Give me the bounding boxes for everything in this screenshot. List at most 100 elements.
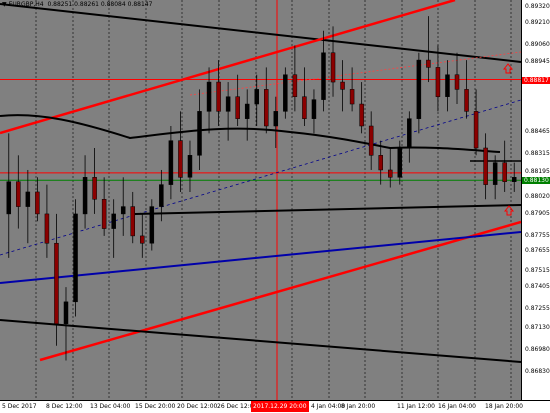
symbol-header: ▼ EURGBP,H4 0.88251 0.88261 0.88084 0.881… [2,1,152,9]
trendline-blue [0,231,521,284]
candle-body [101,199,107,229]
candle-body [159,184,164,207]
candle-body [168,140,174,185]
time-tick-label: 13 Dec 04:00 [90,403,131,410]
price-tick-label: 0.87655 [525,246,550,254]
price-alert-arrow-icon [503,205,515,216]
price-tick-label: 0.89320 [525,2,550,10]
candle-body [16,181,21,207]
time-tick-label: 11 Jan 12:00 [397,403,435,410]
moving-average-line [0,114,501,153]
trendline-upper-black [0,3,521,63]
candle-body [378,155,383,171]
candle-body [283,74,288,112]
candle-body [254,89,259,105]
price-tick-label: 0.87515 [525,267,550,275]
price-tick-label: 0.88195 [525,167,550,175]
candle-body [92,177,97,200]
time-tick-label: 18 Jan 20:00 [485,403,523,410]
candle-body [292,74,298,97]
candle-body [330,52,336,83]
time-tick-label: 8 Jan 20:00 [341,403,376,410]
candle-body [216,81,221,112]
candle-body [73,213,78,303]
channel-upper-red [0,0,456,135]
candle-body [6,181,12,215]
candle-body [235,96,240,119]
time-tick-label: 8 Dec 12:00 [46,403,83,410]
time-tick-label: 20 Dec 12:00 [177,403,218,410]
price-tick-label: 0.87405 [525,283,550,291]
time-tick-label: 5 Dec 2017 [2,403,37,410]
candle-body [483,147,488,185]
candle-body [82,177,88,215]
candle-body [502,162,507,182]
trading-chart-window[interactable]: ▼ EURGBP,H4 0.88251 0.88261 0.88084 0.881… [0,0,550,413]
candle-body [273,111,279,127]
candle-body [435,67,441,97]
candle-body [35,191,40,215]
candle-body [140,235,145,244]
candle-body [368,125,374,156]
candle-body [388,169,393,178]
chart-menu-arrow-icon[interactable]: ▼ [2,1,7,9]
candle-body [321,52,326,100]
candle-body [264,89,269,127]
candle-body [492,162,498,185]
price-tick-label: 0.88465 [525,128,550,136]
candle-body [464,89,469,112]
candle-body [244,103,250,119]
ohlc-values: 0.88251 0.88261 0.88084 0.88147 [47,1,153,8]
price-highlight-label: 0.88817 [522,76,550,84]
candle-body [44,213,50,244]
time-tick-label: 15 Dec 20:00 [135,403,176,410]
candle-body [407,118,412,149]
candle-body [111,213,116,229]
candle-body [149,206,155,244]
candle-body [473,111,479,149]
price-highlight-label: 0.88130 [522,177,550,185]
price-tick-label: 0.89210 [525,18,550,26]
price-tick-label: 0.86980 [525,345,550,353]
candle-body [302,96,307,119]
price-tick-label: 0.87755 [525,232,550,240]
price-tick-label: 0.87130 [525,323,550,331]
candle-body [63,301,69,325]
support-line-black [134,204,521,215]
time-axis[interactable]: 5 Dec 2017 8 Dec 12:00 13 Dec 04:00 15 Dec … [0,400,550,413]
candle-body [187,155,193,178]
trendline-lower-black [0,319,521,363]
candle-body [340,81,345,90]
candle-body [454,74,460,90]
candle-body [178,140,183,178]
candle-body [206,81,212,112]
candle-body [445,74,450,97]
price-chart-plot[interactable] [0,0,521,400]
candle-body [120,206,126,215]
price-tick-label: 0.88020 [525,193,550,201]
candle-body [349,89,355,105]
candle-body [426,59,431,68]
candle-body [225,96,231,112]
symbol-timeframe: EURGBP,H4 [8,1,44,8]
channel-lower-red [39,220,521,362]
price-tick-label: 0.87905 [525,210,550,218]
chart-canvas[interactable] [0,0,521,400]
price-tick-label: 0.87255 [525,305,550,313]
price-tick-label: 0.86830 [525,367,550,375]
candle-body [197,111,202,156]
price-tick-label: 0.88315 [525,150,550,158]
candle-body [311,99,317,119]
candle-body [54,242,59,325]
candle-body [130,206,135,237]
candle-body [416,59,422,119]
time-highlight-label: 2017.12.29 20:00 [251,401,309,412]
candle-body [25,191,31,207]
price-tick-label: 0.89060 [525,40,550,48]
time-tick-label: 16 Jan 04:00 [438,403,476,410]
trendline-dotted-red [189,51,521,96]
price-axis[interactable]: 0.89320 0.89210 0.89060 0.88945 0.88465 0.883… [521,0,550,400]
candle-body [359,103,364,127]
candle-body [397,147,403,178]
price-tick-label: 0.88945 [525,57,550,65]
